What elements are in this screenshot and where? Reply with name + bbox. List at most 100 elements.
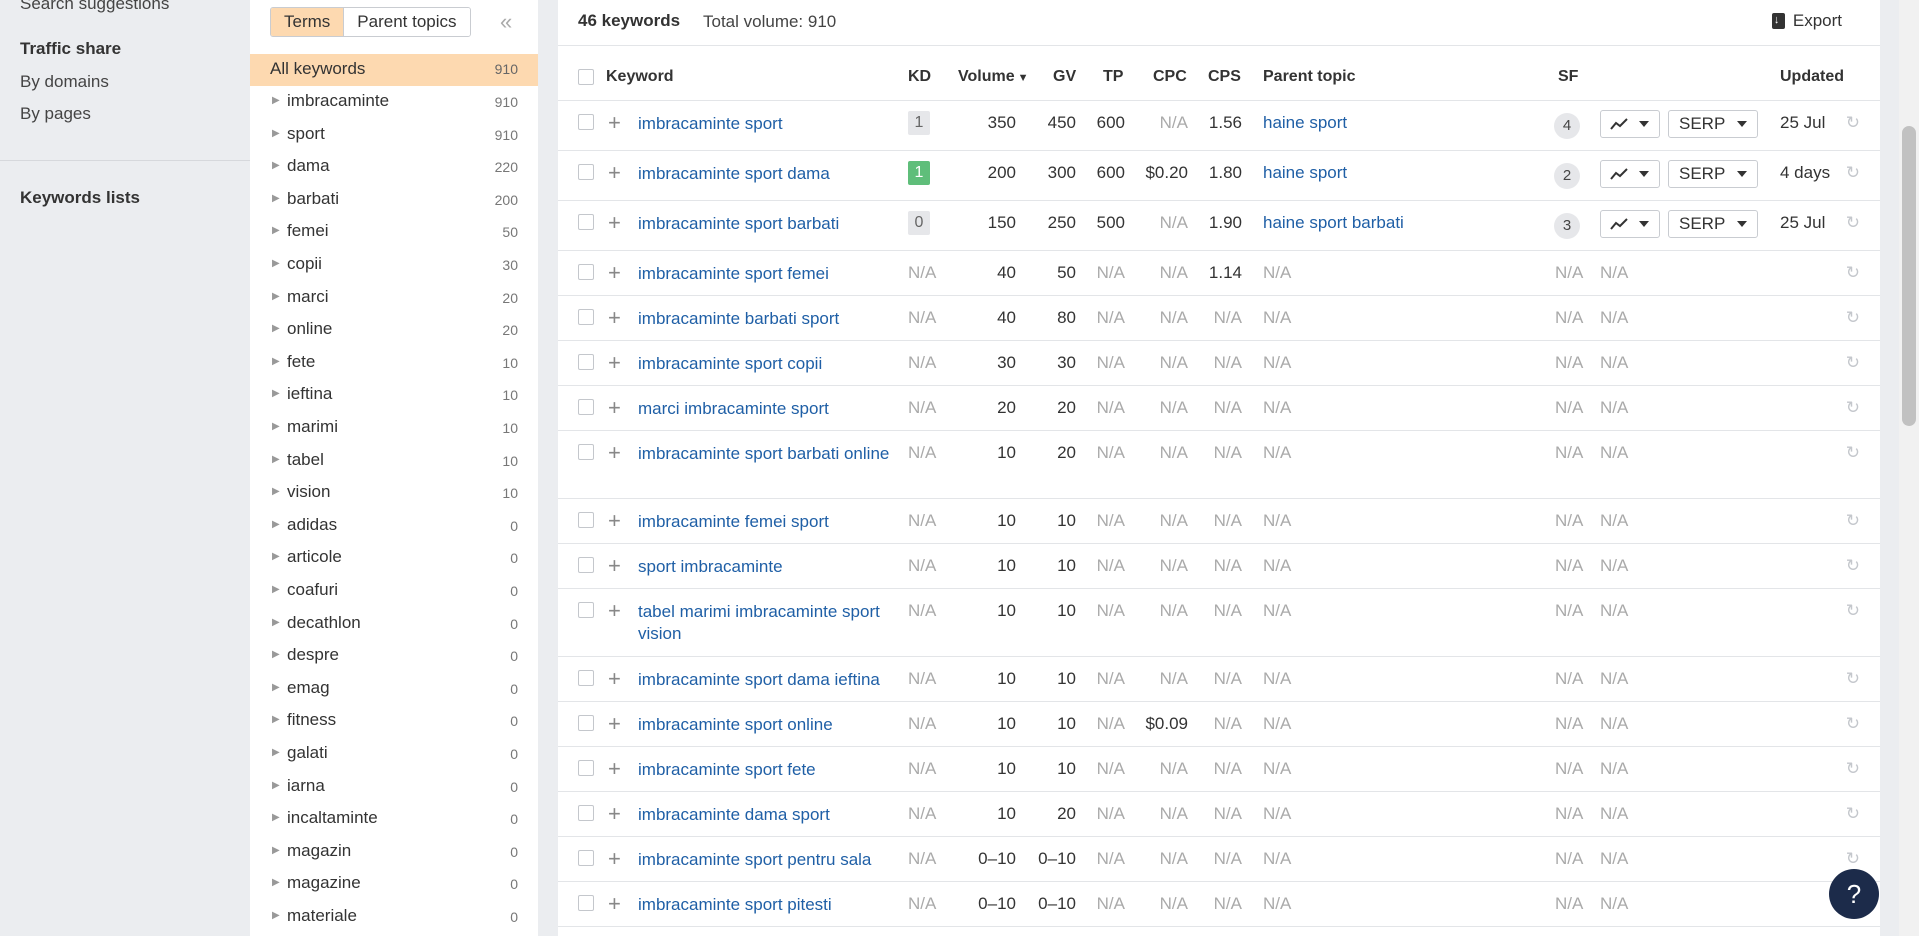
keyword-link[interactable]: imbracaminte barbati sport — [638, 308, 893, 330]
keyword-link[interactable]: imbracaminte sport fete — [638, 759, 893, 781]
refresh-icon[interactable]: ↻ — [1846, 213, 1860, 233]
term-row[interactable]: ▶ imbracaminte 910 — [250, 86, 538, 118]
add-to-list-icon[interactable]: + — [608, 260, 621, 286]
expand-triangle-icon[interactable]: ▶ — [272, 128, 280, 139]
serp-dropdown[interactable]: SERP — [1668, 160, 1758, 188]
row-checkbox[interactable] — [578, 444, 594, 460]
add-to-list-icon[interactable]: + — [608, 210, 621, 236]
parent-topic-link[interactable]: haine sport barbati — [1263, 213, 1404, 233]
row-checkbox[interactable] — [578, 114, 594, 130]
term-row[interactable]: ▶ coafuri 0 — [250, 575, 538, 607]
expand-triangle-icon[interactable]: ▶ — [272, 584, 280, 595]
term-row[interactable]: ▶ dama 220 — [250, 151, 538, 183]
expand-triangle-icon[interactable]: ▶ — [272, 780, 280, 791]
keyword-link[interactable]: tabel marimi imbracaminte sport vision — [638, 601, 893, 645]
add-to-list-icon[interactable]: + — [608, 891, 621, 917]
row-checkbox[interactable] — [578, 557, 594, 573]
expand-triangle-icon[interactable]: ▶ — [272, 910, 280, 921]
term-row[interactable]: ▶ marimi 10 — [250, 412, 538, 444]
keyword-link[interactable]: imbracaminte sport — [638, 113, 893, 135]
expand-triangle-icon[interactable]: ▶ — [272, 193, 280, 204]
refresh-icon[interactable]: ↻ — [1846, 759, 1860, 779]
all-keywords-row[interactable]: All keywords 910 — [250, 54, 538, 86]
help-button[interactable]: ? — [1829, 869, 1879, 919]
term-row[interactable]: ▶ tabel 10 — [250, 445, 538, 477]
sf-badge[interactable]: 4 — [1554, 113, 1580, 139]
expand-triangle-icon[interactable]: ▶ — [272, 388, 280, 399]
column-kd[interactable]: KD — [908, 68, 931, 86]
collapse-panel-icon[interactable]: « — [500, 9, 512, 35]
column-volume[interactable]: Volume ▼ — [958, 68, 1029, 86]
refresh-icon[interactable]: ↻ — [1846, 163, 1860, 183]
add-to-list-icon[interactable]: + — [608, 756, 621, 782]
add-to-list-icon[interactable]: + — [608, 350, 621, 376]
term-row[interactable]: ▶ copii 30 — [250, 249, 538, 281]
column-gv[interactable]: GV — [1053, 68, 1076, 86]
keyword-link[interactable]: marci imbracaminte sport — [638, 398, 893, 420]
expand-triangle-icon[interactable]: ▶ — [272, 649, 280, 660]
add-to-list-icon[interactable]: + — [608, 846, 621, 872]
refresh-icon[interactable]: ↻ — [1846, 113, 1860, 133]
refresh-icon[interactable]: ↻ — [1846, 308, 1860, 328]
export-button[interactable]: Export — [1771, 11, 1842, 31]
row-checkbox[interactable] — [578, 354, 594, 370]
trend-dropdown[interactable] — [1600, 110, 1660, 138]
column-parent-topic[interactable]: Parent topic — [1263, 68, 1355, 86]
scrollbar-thumb[interactable] — [1902, 126, 1916, 426]
expand-triangle-icon[interactable]: ▶ — [272, 519, 280, 530]
expand-triangle-icon[interactable]: ▶ — [272, 551, 280, 562]
expand-triangle-icon[interactable]: ▶ — [272, 258, 280, 269]
sf-badge[interactable]: 2 — [1554, 163, 1580, 189]
term-row[interactable]: ▶ incaltaminte 0 — [250, 803, 538, 835]
keyword-link[interactable]: imbracaminte sport barbati online — [638, 443, 893, 465]
keyword-link[interactable]: imbracaminte sport dama — [638, 163, 893, 185]
term-row[interactable]: ▶ barbati 200 — [250, 184, 538, 216]
expand-triangle-icon[interactable]: ▶ — [272, 714, 280, 725]
term-row[interactable]: ▶ emag 0 — [250, 673, 538, 705]
term-row[interactable]: ▶ vision 10 — [250, 477, 538, 509]
refresh-icon[interactable]: ↻ — [1846, 511, 1860, 531]
row-checkbox[interactable] — [578, 214, 594, 230]
keyword-link[interactable]: imbracaminte sport pentru sala — [638, 849, 893, 871]
trend-dropdown[interactable] — [1600, 160, 1660, 188]
refresh-icon[interactable]: ↻ — [1846, 601, 1860, 621]
expand-triangle-icon[interactable]: ▶ — [272, 356, 280, 367]
term-row[interactable]: ▶ fete 10 — [250, 347, 538, 379]
add-to-list-icon[interactable]: + — [608, 666, 621, 692]
refresh-icon[interactable]: ↻ — [1846, 263, 1860, 283]
term-row[interactable]: ▶ magazine 0 — [250, 868, 538, 900]
refresh-icon[interactable]: ↻ — [1846, 849, 1860, 869]
row-checkbox[interactable] — [578, 760, 594, 776]
add-to-list-icon[interactable]: + — [608, 553, 621, 579]
term-row[interactable]: ▶ adidas 0 — [250, 510, 538, 542]
keyword-link[interactable]: imbracaminte sport online — [638, 714, 893, 736]
refresh-icon[interactable]: ↻ — [1846, 714, 1860, 734]
term-row[interactable]: ▶ decathlon 0 — [250, 608, 538, 640]
term-row[interactable]: ▶ femei 50 — [250, 216, 538, 248]
parent-topic-link[interactable]: haine sport — [1263, 163, 1347, 183]
row-checkbox[interactable] — [578, 399, 594, 415]
keyword-link[interactable]: imbracaminte sport dama ieftina — [638, 669, 893, 691]
expand-triangle-icon[interactable]: ▶ — [272, 291, 280, 302]
search-suggestions-link[interactable]: Search suggestions — [20, 0, 169, 14]
column-keyword[interactable]: Keyword — [606, 68, 674, 86]
keywords-lists-link[interactable]: Keywords lists — [20, 188, 140, 208]
serp-dropdown[interactable]: SERP — [1668, 210, 1758, 238]
refresh-icon[interactable]: ↻ — [1846, 669, 1860, 689]
column-sf[interactable]: SF — [1558, 68, 1578, 86]
expand-triangle-icon[interactable]: ▶ — [272, 747, 280, 758]
refresh-icon[interactable]: ↻ — [1846, 353, 1860, 373]
expand-triangle-icon[interactable]: ▶ — [272, 323, 280, 334]
keyword-link[interactable]: imbracaminte sport pitesti — [638, 894, 893, 916]
row-checkbox[interactable] — [578, 164, 594, 180]
keyword-link[interactable]: imbracaminte sport femei — [638, 263, 893, 285]
keyword-link[interactable]: imbracaminte sport barbati — [638, 213, 893, 235]
term-row[interactable]: ▶ despre 0 — [250, 640, 538, 672]
term-row[interactable]: ▶ online 20 — [250, 314, 538, 346]
serp-dropdown[interactable]: SERP — [1668, 110, 1758, 138]
trend-dropdown[interactable] — [1600, 210, 1660, 238]
row-checkbox[interactable] — [578, 715, 594, 731]
row-checkbox[interactable] — [578, 602, 594, 618]
expand-triangle-icon[interactable]: ▶ — [272, 682, 280, 693]
expand-triangle-icon[interactable]: ▶ — [272, 617, 280, 628]
